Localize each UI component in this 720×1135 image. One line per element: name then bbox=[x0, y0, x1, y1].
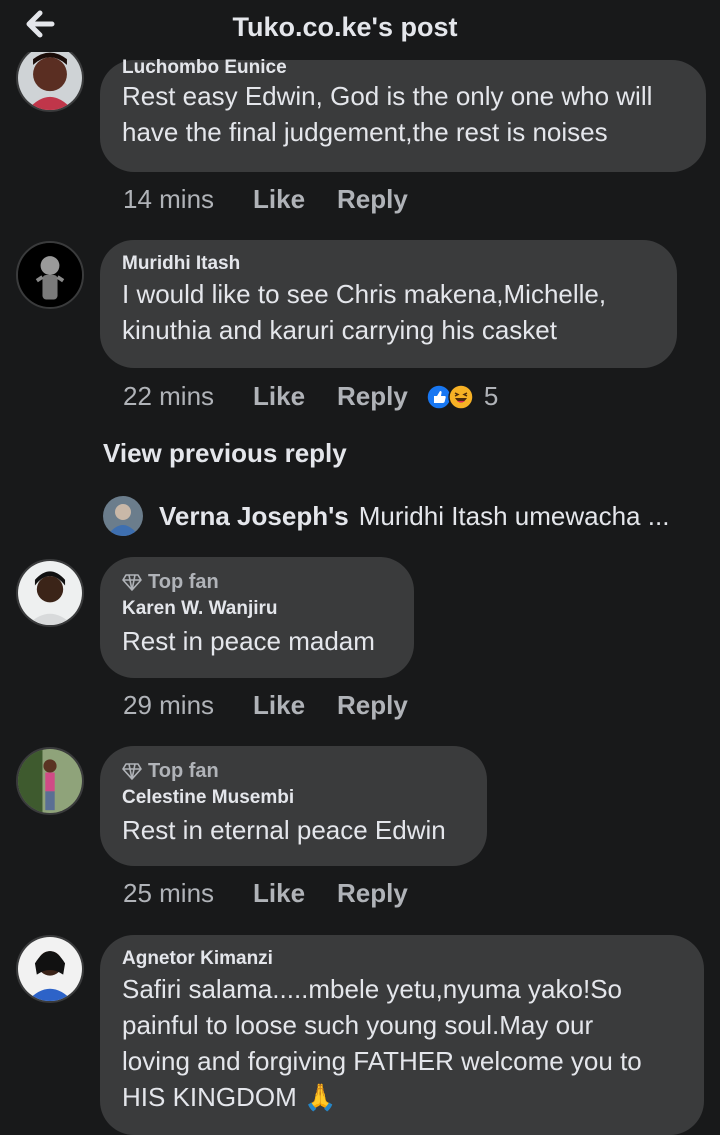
comment-actions: 29 mins Like Reply bbox=[123, 690, 440, 721]
reply-button[interactable]: Reply bbox=[337, 878, 408, 909]
reply-button[interactable]: Reply bbox=[337, 690, 408, 721]
diamond-icon bbox=[122, 574, 142, 591]
comment-bubble[interactable]: Top fan Karen W. Wanjiru Rest in peace m… bbox=[100, 557, 414, 678]
comment-actions: 22 mins Like Reply 5 bbox=[123, 381, 498, 412]
top-fan-badge: Top fan bbox=[122, 758, 465, 784]
avatar[interactable] bbox=[16, 747, 84, 815]
top-fan-badge: Top fan bbox=[122, 569, 392, 595]
comment-time[interactable]: 22 mins bbox=[123, 381, 253, 412]
avatar[interactable] bbox=[16, 935, 84, 1003]
reply-snippet: Muridhi Itash umewacha ... bbox=[358, 500, 670, 531]
comment-author[interactable]: Karen W. Wanjiru bbox=[122, 597, 392, 621]
comment-text: I would like to see Chris makena,Michell… bbox=[122, 279, 607, 345]
like-button[interactable]: Like bbox=[253, 878, 305, 909]
comment-author[interactable]: Agnetor Kimanzi bbox=[122, 947, 682, 971]
comment-author[interactable]: Muridhi Itash bbox=[122, 252, 655, 276]
haha-reaction-icon bbox=[448, 383, 474, 410]
top-bar: Tuko.co.ke's post bbox=[0, 0, 720, 52]
comment-text: Rest easy Edwin, God is the only one who… bbox=[122, 81, 653, 147]
comment-bubble[interactable]: Luchombo Eunice Rest easy Edwin, God is … bbox=[100, 58, 706, 172]
reaction-summary[interactable]: 5 bbox=[426, 381, 498, 412]
reaction-count: 5 bbox=[483, 381, 499, 411]
reply-button[interactable]: Reply bbox=[337, 184, 408, 215]
avatar[interactable] bbox=[16, 241, 84, 309]
comment-time[interactable]: 25 mins bbox=[123, 878, 253, 909]
comment-actions: 25 mins Like Reply bbox=[123, 878, 440, 909]
reply-button[interactable]: Reply bbox=[337, 381, 408, 412]
avatar[interactable] bbox=[16, 44, 84, 112]
page-title: Tuko.co.ke's post bbox=[232, 12, 458, 42]
comment-text: Safiri salama.....mbele yetu,nyuma yako!… bbox=[122, 974, 642, 1112]
like-button[interactable]: Like bbox=[253, 381, 305, 412]
reply-preview[interactable]: Verna Joseph's Muridhi Itash umewacha ..… bbox=[103, 496, 703, 536]
avatar[interactable] bbox=[16, 559, 84, 627]
comment-bubble[interactable]: Muridhi Itash I would like to see Chris … bbox=[100, 240, 677, 368]
diamond-icon bbox=[122, 763, 142, 780]
reply-author[interactable]: Verna Joseph's bbox=[159, 501, 349, 532]
comment-author[interactable]: Celestine Musembi bbox=[122, 786, 465, 810]
comment-author[interactable]: Luchombo Eunice bbox=[122, 58, 684, 78]
comment-actions: 14 mins Like Reply bbox=[123, 184, 440, 215]
comment-text: Rest in peace madam bbox=[122, 626, 375, 656]
like-button[interactable]: Like bbox=[253, 184, 305, 215]
comment-bubble[interactable]: Top fan Celestine Musembi Rest in eterna… bbox=[100, 746, 487, 866]
avatar[interactable] bbox=[103, 496, 143, 536]
view-previous-reply-link[interactable]: View previous reply bbox=[103, 438, 347, 469]
comment-text: Rest in eternal peace Edwin bbox=[122, 815, 446, 845]
like-button[interactable]: Like bbox=[253, 690, 305, 721]
comment-time[interactable]: 14 mins bbox=[123, 184, 253, 215]
comment-time[interactable]: 29 mins bbox=[123, 690, 253, 721]
comment-bubble[interactable]: Agnetor Kimanzi Safiri salama.....mbele … bbox=[100, 935, 704, 1135]
